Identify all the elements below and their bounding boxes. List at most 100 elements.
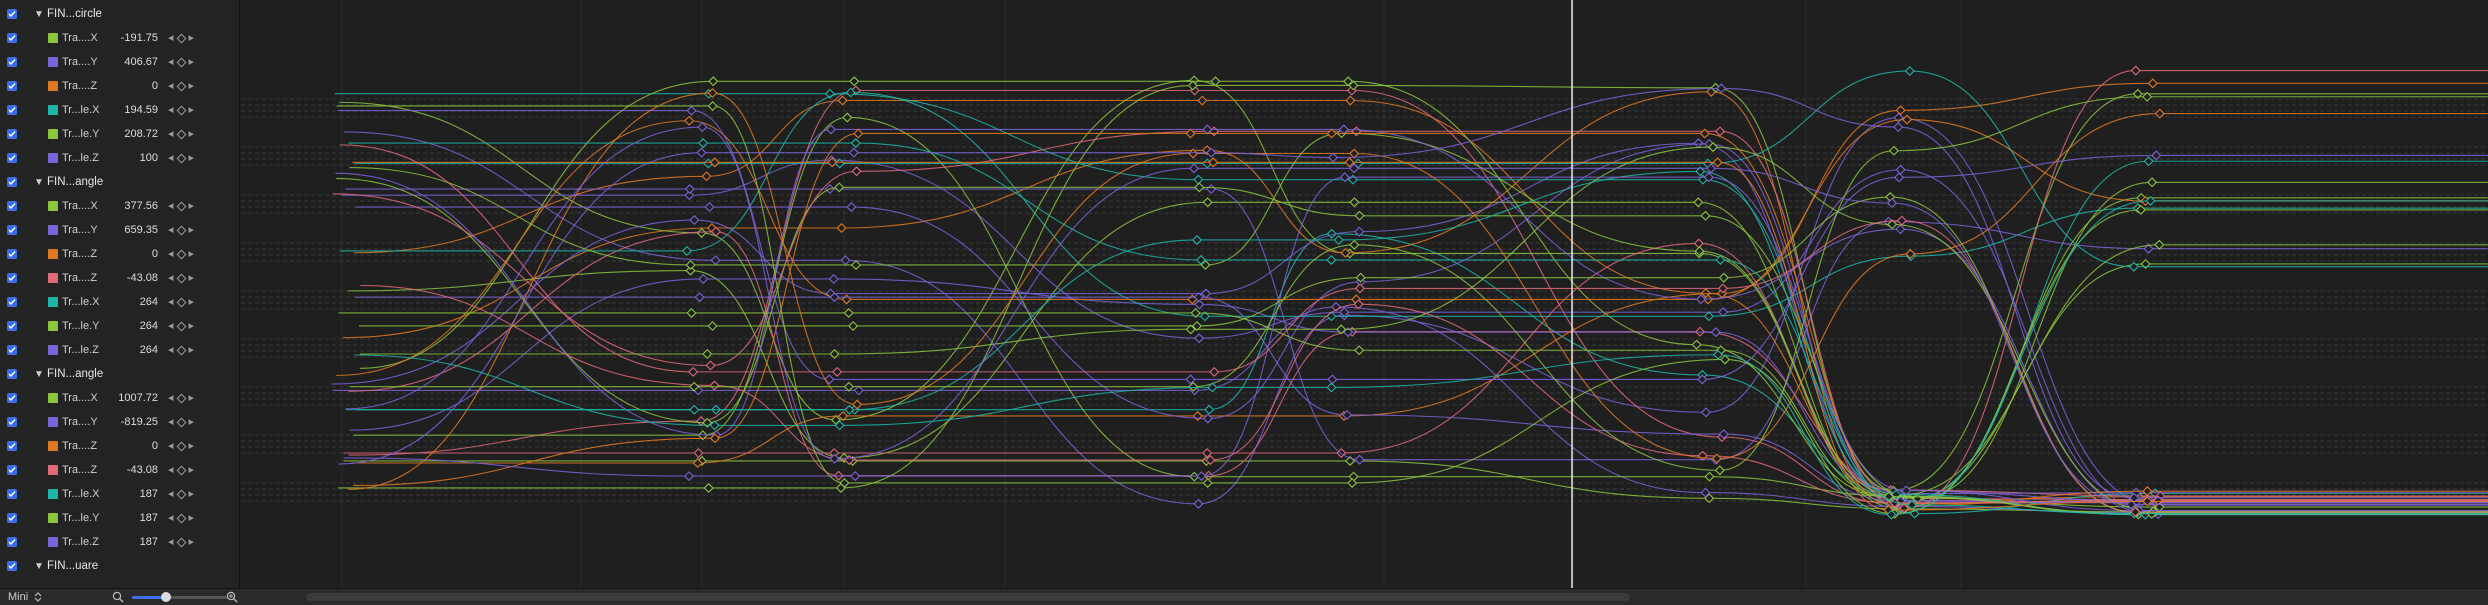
keyframe-point[interactable] bbox=[849, 76, 860, 87]
next-keyframe-icon[interactable]: ▸ bbox=[189, 535, 195, 549]
keyframe-point[interactable] bbox=[1202, 477, 1213, 488]
keyframe-point[interactable] bbox=[686, 105, 697, 116]
keyframe-point[interactable] bbox=[1715, 126, 1726, 137]
layer-group-row[interactable]: ▼ FIN...angle bbox=[0, 170, 239, 194]
animation-curve[interactable] bbox=[332, 70, 2488, 509]
add-keyframe-icon[interactable] bbox=[176, 297, 186, 307]
previous-keyframe-icon[interactable]: ◂ bbox=[168, 511, 174, 525]
keyframe-point[interactable] bbox=[1700, 210, 1711, 221]
parameter-row[interactable]: Tra....X 377.56 ◂ ▸ bbox=[0, 194, 239, 218]
keyframe-point[interactable] bbox=[1354, 454, 1365, 465]
add-keyframe-icon[interactable] bbox=[176, 465, 186, 475]
previous-keyframe-icon[interactable]: ◂ bbox=[168, 319, 174, 333]
parameter-value[interactable]: 0 bbox=[104, 440, 158, 452]
keyframe-point[interactable] bbox=[710, 255, 721, 266]
parameter-value[interactable]: 264 bbox=[104, 344, 158, 356]
visibility-checkbox[interactable] bbox=[7, 369, 17, 379]
animation-curve[interactable] bbox=[348, 142, 2488, 515]
keyframe-point[interactable] bbox=[704, 202, 715, 213]
keyframe-point[interactable] bbox=[832, 366, 843, 377]
keyframe-point[interactable] bbox=[707, 100, 718, 112]
next-keyframe-icon[interactable]: ▸ bbox=[189, 319, 195, 333]
visibility-checkbox[interactable] bbox=[7, 9, 17, 19]
previous-keyframe-icon[interactable]: ◂ bbox=[168, 535, 174, 549]
parameter-value[interactable]: 0 bbox=[104, 80, 158, 92]
visibility-checkbox[interactable] bbox=[7, 393, 17, 403]
parameter-row[interactable]: Tr...le.X 187 ◂ ▸ bbox=[0, 482, 239, 506]
keyframe-point[interactable] bbox=[2130, 65, 2141, 76]
add-keyframe-icon[interactable] bbox=[176, 129, 186, 139]
parameter-value[interactable]: 264 bbox=[104, 320, 158, 332]
keyframe-point[interactable] bbox=[1345, 95, 1356, 106]
keyframe-point[interactable] bbox=[837, 410, 848, 421]
keyframe-point[interactable] bbox=[694, 292, 705, 303]
keyframe-point[interactable] bbox=[708, 76, 719, 87]
keyframe-point[interactable] bbox=[851, 166, 862, 177]
keyframe-point[interactable] bbox=[1349, 197, 1360, 208]
parameter-row[interactable]: Tra....Z 0 ◂ ▸ bbox=[0, 434, 239, 458]
disclosure-triangle-icon[interactable]: ▼ bbox=[34, 561, 44, 572]
horizontal-scrollbar[interactable] bbox=[306, 593, 1630, 601]
parameter-row[interactable]: Tr...le.Y 208.72 ◂ ▸ bbox=[0, 122, 239, 146]
keyframe-point[interactable] bbox=[1714, 465, 1725, 476]
visibility-checkbox[interactable] bbox=[7, 513, 17, 523]
parameter-row[interactable]: Tr...le.Z 100 ◂ ▸ bbox=[0, 146, 239, 170]
keyframe-point[interactable] bbox=[1710, 327, 1721, 338]
parameter-value[interactable]: 0 bbox=[104, 248, 158, 260]
keyframe-point[interactable] bbox=[689, 215, 700, 226]
keyframe-point[interactable] bbox=[1703, 311, 1714, 322]
keyframe-point[interactable] bbox=[837, 95, 848, 106]
disclosure-triangle-icon[interactable]: ▼ bbox=[34, 177, 44, 188]
keyframe-point[interactable] bbox=[843, 381, 854, 392]
animation-curve[interactable] bbox=[336, 119, 2488, 377]
previous-keyframe-icon[interactable]: ◂ bbox=[168, 439, 174, 453]
layer-group-row[interactable]: ▼ FIN...circle bbox=[0, 2, 239, 26]
keyframe-point[interactable] bbox=[1896, 215, 1907, 226]
previous-keyframe-icon[interactable]: ◂ bbox=[168, 463, 174, 477]
keyframe-point[interactable] bbox=[1327, 374, 1338, 385]
keyframe-point[interactable] bbox=[844, 404, 855, 415]
keyframe-point[interactable] bbox=[1895, 164, 1906, 175]
animation-curve[interactable] bbox=[359, 80, 2488, 508]
parameter-value[interactable]: 659.35 bbox=[104, 224, 158, 236]
parameter-value[interactable]: 194.59 bbox=[104, 104, 158, 116]
add-keyframe-icon[interactable] bbox=[176, 33, 186, 43]
visibility-checkbox[interactable] bbox=[7, 489, 17, 499]
parameter-value[interactable]: -191.75 bbox=[104, 32, 158, 44]
next-keyframe-icon[interactable]: ▸ bbox=[189, 463, 195, 477]
add-keyframe-icon[interactable] bbox=[176, 489, 186, 499]
parameter-value[interactable]: 406.67 bbox=[104, 56, 158, 68]
keyframe-point[interactable] bbox=[1693, 238, 1704, 249]
parameter-row[interactable]: Tra....Z -43.08 ◂ ▸ bbox=[0, 266, 239, 290]
animation-curve[interactable] bbox=[335, 128, 2488, 514]
animation-curve[interactable] bbox=[339, 91, 2488, 317]
next-keyframe-icon[interactable]: ▸ bbox=[189, 415, 195, 429]
next-keyframe-icon[interactable]: ▸ bbox=[189, 247, 195, 261]
parameter-value[interactable]: 187 bbox=[104, 512, 158, 524]
visibility-checkbox[interactable] bbox=[7, 537, 17, 547]
visibility-checkbox[interactable] bbox=[7, 105, 17, 115]
visibility-checkbox[interactable] bbox=[7, 345, 17, 355]
next-keyframe-icon[interactable]: ▸ bbox=[189, 223, 195, 237]
add-keyframe-icon[interactable] bbox=[176, 321, 186, 331]
add-keyframe-icon[interactable] bbox=[176, 345, 186, 355]
keyframe-point[interactable] bbox=[1699, 128, 1710, 139]
next-keyframe-icon[interactable]: ▸ bbox=[189, 31, 195, 45]
visibility-checkbox[interactable] bbox=[7, 33, 17, 43]
animation-curve[interactable] bbox=[347, 201, 2488, 505]
visibility-checkbox[interactable] bbox=[7, 177, 17, 187]
keyframe-point[interactable] bbox=[686, 307, 697, 318]
previous-keyframe-icon[interactable]: ◂ bbox=[168, 127, 174, 141]
previous-keyframe-icon[interactable]: ◂ bbox=[168, 55, 174, 69]
parameter-value[interactable]: 377.56 bbox=[104, 200, 158, 212]
parameter-row[interactable]: Tra....Z -43.08 ◂ ▸ bbox=[0, 458, 239, 482]
keyframe-point[interactable] bbox=[1204, 404, 1215, 415]
animation-curve[interactable] bbox=[338, 87, 2488, 499]
keyframe-point[interactable] bbox=[2143, 156, 2154, 167]
keyframe-point[interactable] bbox=[1895, 105, 1906, 116]
parameter-value[interactable]: 187 bbox=[104, 536, 158, 548]
zoom-slider[interactable] bbox=[132, 592, 228, 602]
keyframe-point[interactable] bbox=[709, 380, 720, 391]
animation-curve[interactable] bbox=[338, 312, 2488, 515]
keyframe-point[interactable] bbox=[2151, 150, 2162, 161]
